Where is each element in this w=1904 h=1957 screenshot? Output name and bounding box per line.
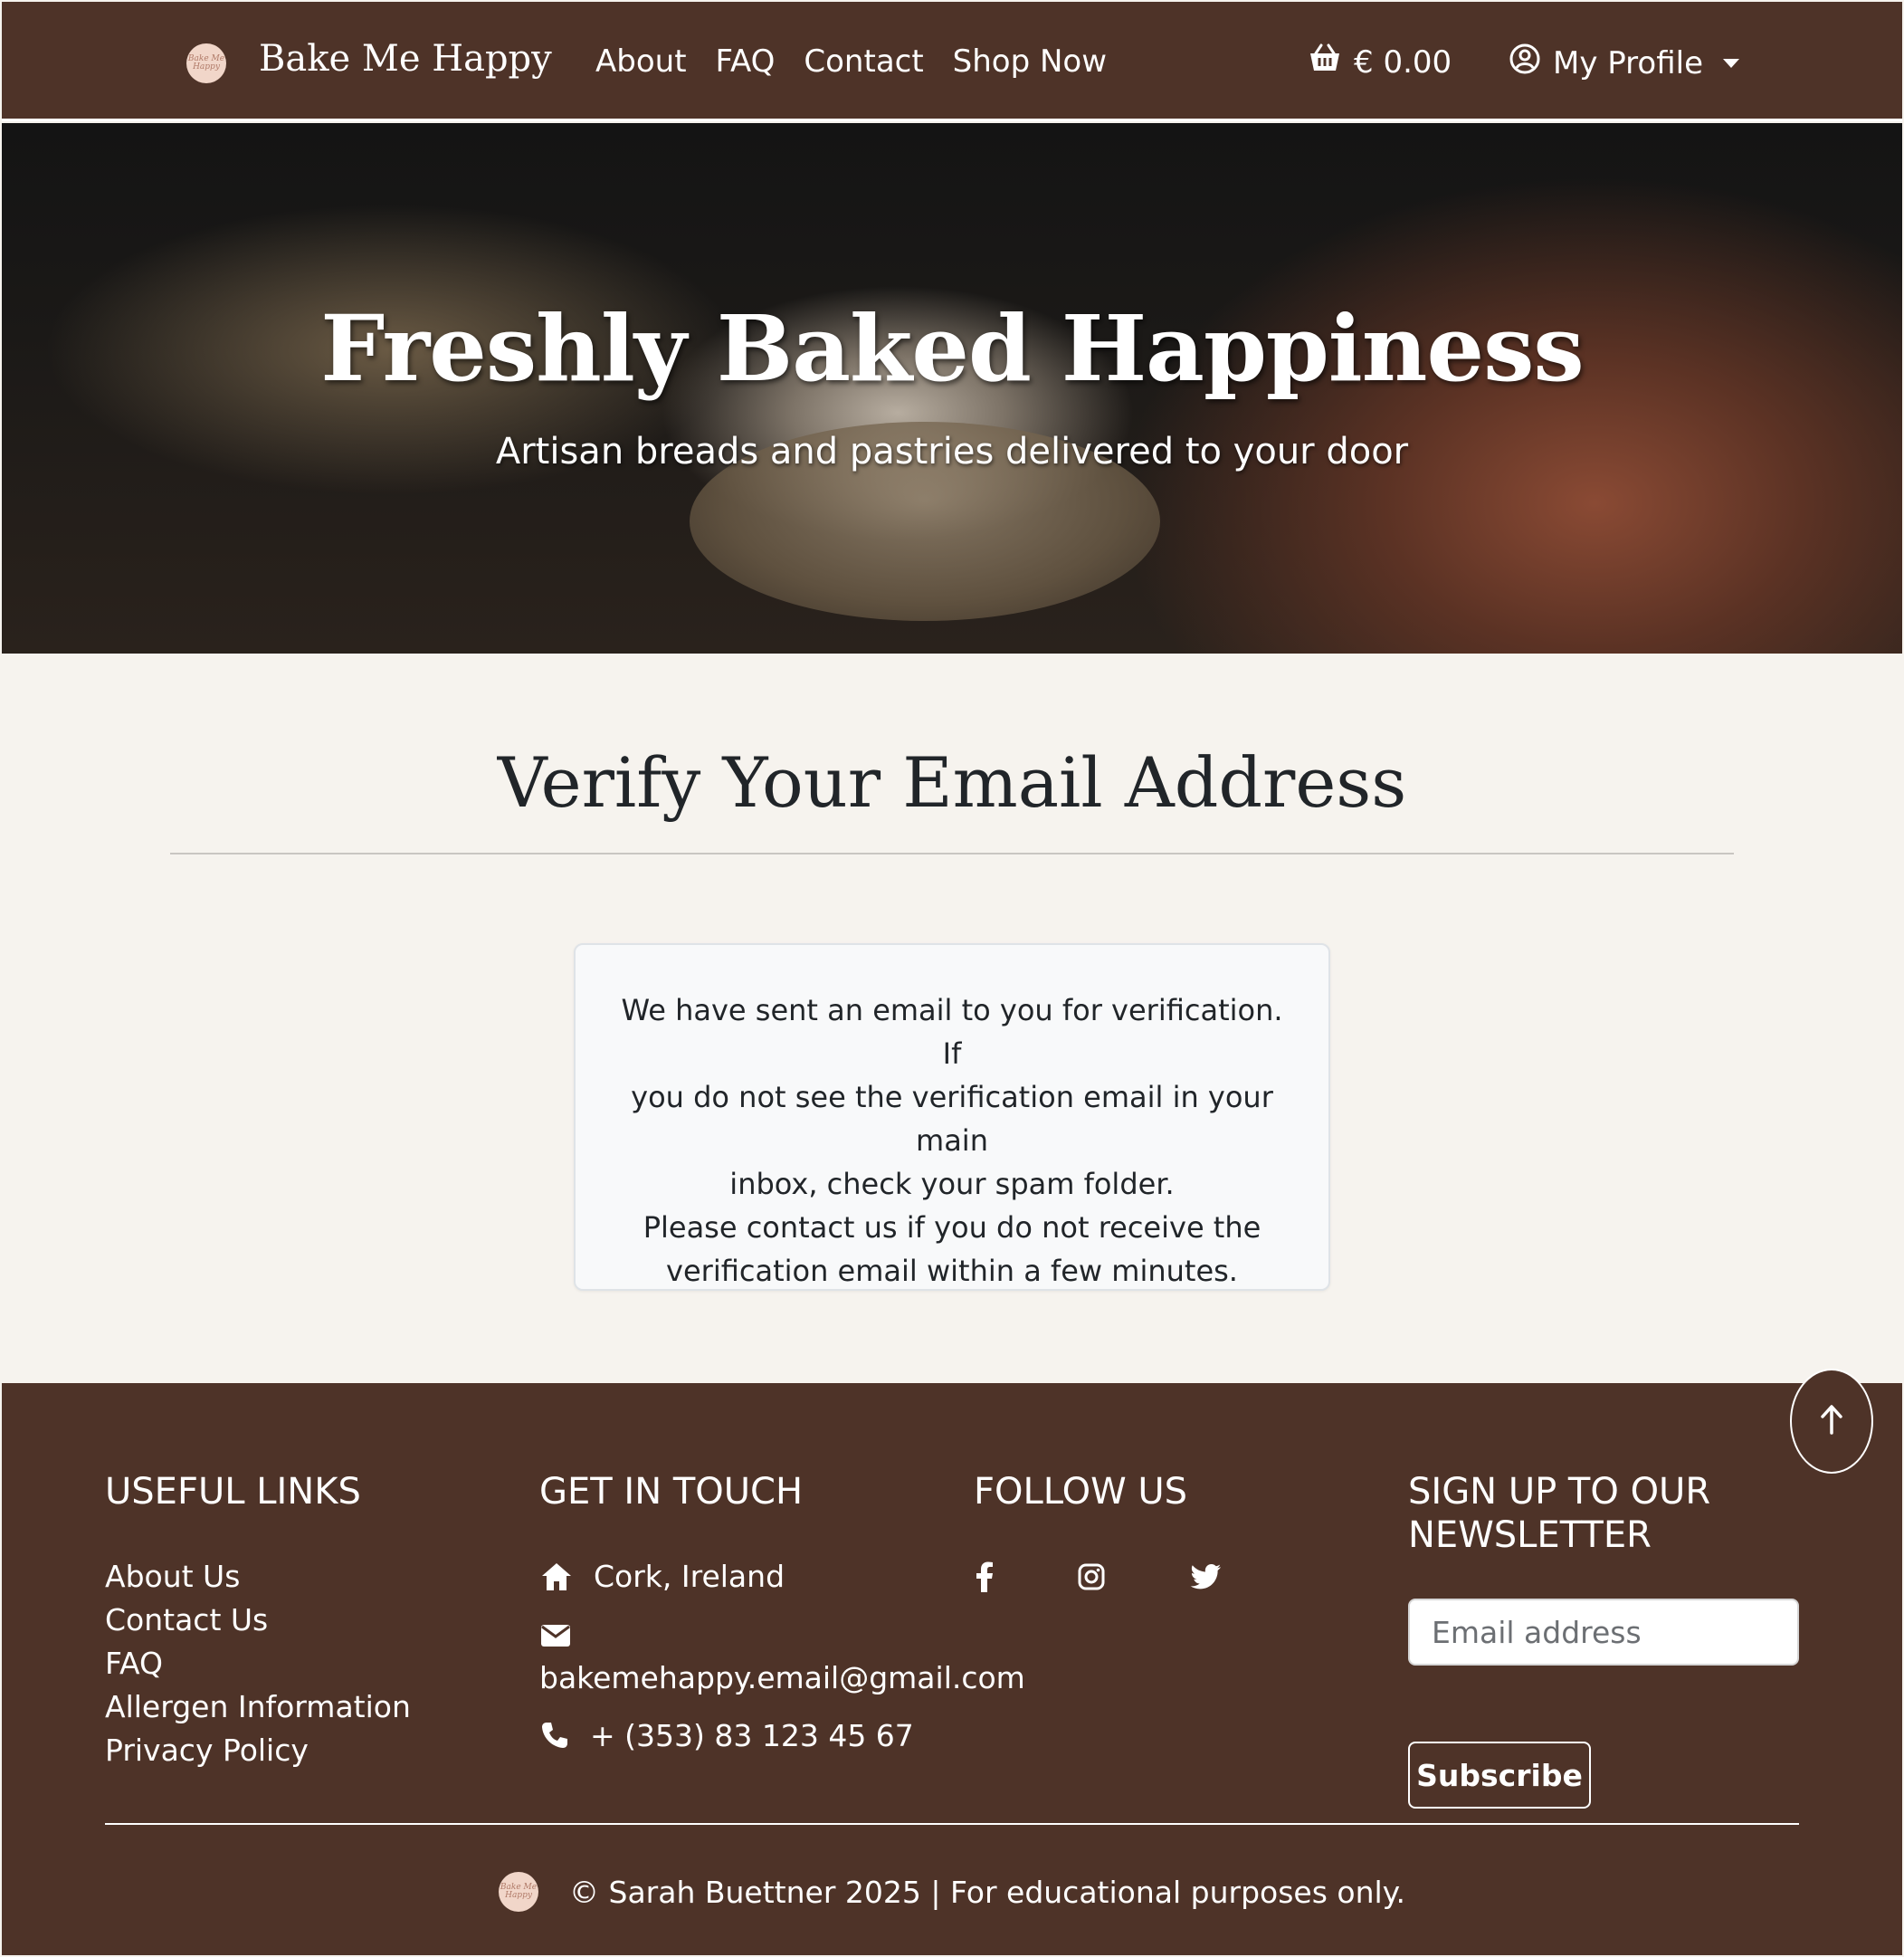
newsletter-heading-line: NEWSLETTER bbox=[1408, 1514, 1652, 1556]
footer-link-allergen-information[interactable]: Allergen Information bbox=[105, 1689, 411, 1724]
contact-email-link[interactable]: bakemehappy.email@gmail.com bbox=[539, 1660, 1025, 1695]
nav-link-contact[interactable]: Contact bbox=[804, 43, 923, 80]
back-to-top-button[interactable] bbox=[1790, 1369, 1873, 1474]
phone-icon bbox=[539, 1720, 570, 1751]
footer: USEFUL LINKS About Us Contact Us FAQ All… bbox=[2, 1383, 1902, 1955]
message-line: Please contact us if you do not receive … bbox=[643, 1210, 1261, 1245]
newsletter-heading: SIGN UP TO OUR NEWSLETTER bbox=[1408, 1470, 1710, 1557]
navbar: Bake Me Happy Bake Me Happy About FAQ Co… bbox=[2, 2, 1902, 121]
subscribe-button[interactable]: Subscribe bbox=[1408, 1742, 1591, 1809]
contact-location: Cork, Ireland bbox=[594, 1559, 785, 1594]
footer-link-about-us[interactable]: About Us bbox=[105, 1559, 240, 1594]
cart-link[interactable]: € 0.00 bbox=[1309, 43, 1452, 81]
page: Bake Me Happy Bake Me Happy About FAQ Co… bbox=[0, 0, 1904, 1957]
copyright-bar: Bake Me Happy © Sarah Buettner 2025 | Fo… bbox=[2, 1872, 1902, 1912]
message-line: We have sent an email to you for verific… bbox=[621, 993, 1283, 1071]
follow-us-heading: FOLLOW US bbox=[974, 1471, 1188, 1513]
home-icon bbox=[539, 1561, 574, 1593]
nav-link-faq[interactable]: FAQ bbox=[716, 43, 776, 80]
instagram-icon[interactable] bbox=[1077, 1562, 1106, 1591]
brand-logo[interactable]: Bake Me Happy bbox=[186, 43, 226, 83]
caret-down-icon bbox=[1722, 58, 1739, 68]
profile-label: My Profile bbox=[1553, 44, 1703, 81]
contact-phone-link[interactable]: + (353) 83 123 45 67 bbox=[590, 1718, 914, 1753]
brand-name-link[interactable]: Bake Me Happy bbox=[259, 38, 552, 80]
hero-banner: Freshly Baked Happiness Artisan breads a… bbox=[2, 123, 1902, 654]
footer-link-faq[interactable]: FAQ bbox=[105, 1646, 163, 1681]
facebook-icon[interactable] bbox=[974, 1561, 995, 1593]
main-nav: About FAQ Contact Shop Now bbox=[595, 43, 1107, 80]
profile-dropdown[interactable]: My Profile bbox=[1509, 43, 1739, 82]
verification-card: We have sent an email to you for verific… bbox=[574, 943, 1330, 1291]
title-divider bbox=[170, 853, 1734, 854]
nav-link-about[interactable]: About bbox=[595, 43, 687, 80]
message-line: inbox, check your spam folder. bbox=[729, 1167, 1175, 1201]
nav-link-shop-now[interactable]: Shop Now bbox=[953, 43, 1107, 80]
cart-total: € 0.00 bbox=[1354, 43, 1452, 81]
newsletter-email-input[interactable] bbox=[1408, 1599, 1799, 1666]
message-line: you do not see the verification email in… bbox=[631, 1080, 1273, 1158]
envelope-icon bbox=[539, 1622, 572, 1649]
useful-links-heading: USEFUL LINKS bbox=[105, 1471, 361, 1513]
footer-logo-text: Bake Me Happy bbox=[500, 1883, 538, 1900]
user-circle-icon bbox=[1509, 43, 1540, 82]
arrow-up-icon bbox=[1820, 1404, 1843, 1438]
hero-title: Freshly Baked Happiness bbox=[320, 295, 1584, 402]
get-in-touch-heading: GET IN TOUCH bbox=[539, 1471, 804, 1513]
footer-logo: Bake Me Happy bbox=[499, 1872, 539, 1912]
copyright-text: © Sarah Buettner 2025 | For educational … bbox=[569, 1874, 1405, 1910]
footer-link-privacy-policy[interactable]: Privacy Policy bbox=[105, 1733, 309, 1768]
newsletter-heading-line: SIGN UP TO OUR bbox=[1408, 1471, 1711, 1513]
verification-message: We have sent an email to you for verific… bbox=[612, 988, 1292, 1293]
brand-logo-text: Bake Me Happy bbox=[187, 54, 225, 72]
footer-link-contact-us[interactable]: Contact Us bbox=[105, 1602, 268, 1637]
twitter-icon[interactable] bbox=[1189, 1562, 1222, 1591]
message-line: verification email within a few minutes. bbox=[666, 1254, 1238, 1288]
basket-icon bbox=[1309, 43, 1341, 81]
page-title: Verify Your Email Address bbox=[497, 742, 1407, 823]
hero-subtitle: Artisan breads and pastries delivered to… bbox=[495, 431, 1409, 473]
footer-divider bbox=[105, 1823, 1799, 1825]
